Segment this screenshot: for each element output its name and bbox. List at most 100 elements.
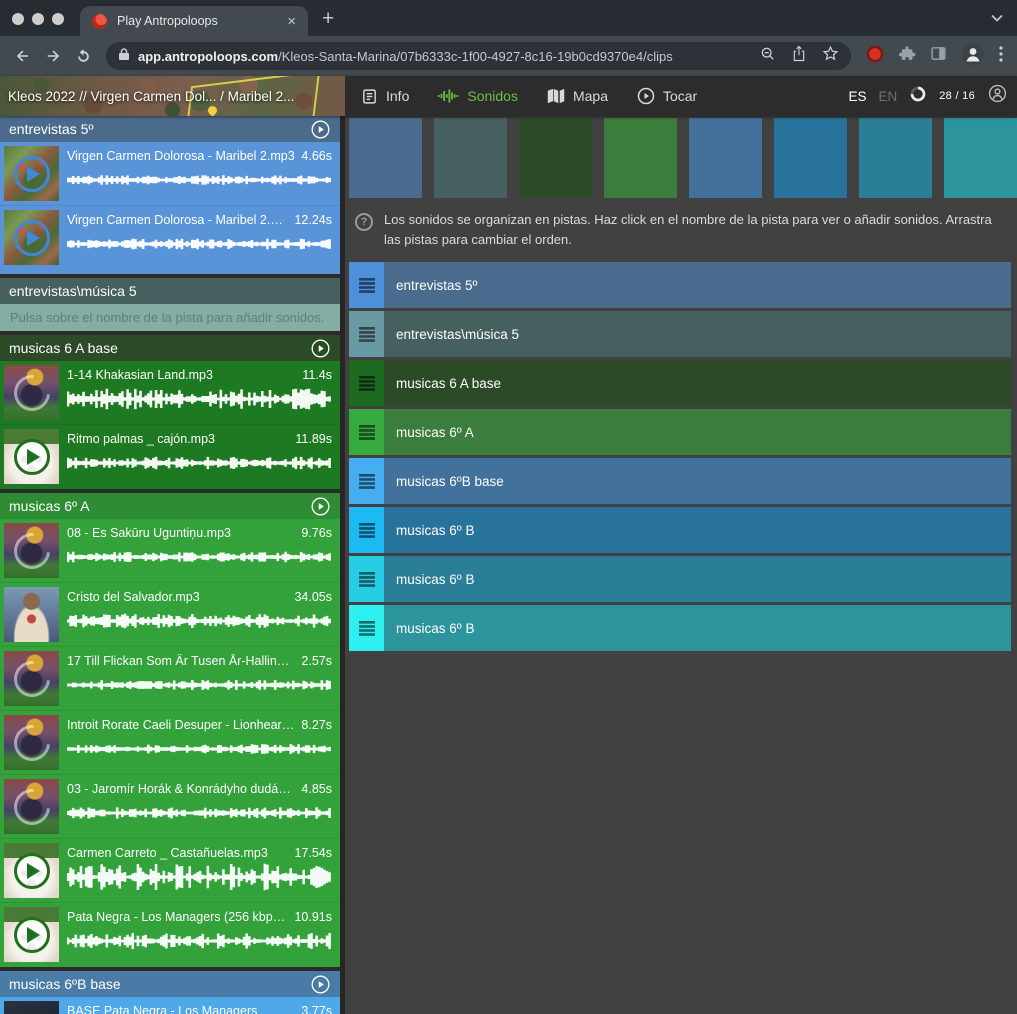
audio-clip[interactable]: Cristo del Salvador.mp334.05s bbox=[0, 583, 340, 647]
window-maximize-button[interactable] bbox=[52, 13, 64, 25]
back-button[interactable] bbox=[8, 41, 38, 71]
tab-title: Play Antropoloops bbox=[117, 14, 283, 28]
clip-play-overlay[interactable] bbox=[4, 715, 59, 770]
clip-play-overlay[interactable] bbox=[4, 907, 59, 962]
nav-tab-sonidos[interactable]: Sonidos bbox=[438, 88, 518, 104]
audio-clip[interactable]: 1-14 Khakasian Land.mp311.4s bbox=[0, 361, 340, 425]
track-color-swatch[interactable] bbox=[859, 118, 932, 198]
track-drag-handle[interactable] bbox=[349, 409, 384, 455]
audio-clip[interactable]: Carmen Carreto _ Castañuelas.mp317.54s bbox=[0, 839, 340, 903]
audio-clip[interactable]: 03 - Jaromír Horák & Konrádyho dudácká .… bbox=[0, 775, 340, 839]
track-section-header[interactable]: entrevistas 5º bbox=[0, 116, 340, 142]
url-text[interactable]: app.antropoloops.com/Kleos-Santa-Marina/… bbox=[138, 49, 748, 64]
nav-tab-info[interactable]: Info bbox=[361, 88, 409, 105]
audio-clip[interactable]: Ritmo palmas _ cajón.mp311.89s bbox=[0, 425, 340, 489]
track-row[interactable]: musicas 6º A bbox=[349, 409, 1011, 455]
window-controls[interactable] bbox=[0, 13, 80, 36]
clip-thumbnail bbox=[4, 651, 59, 706]
nav-tab-mapa[interactable]: Mapa bbox=[547, 88, 608, 104]
map-breadcrumb[interactable]: Kleos 2022 // Virgen Carmen Dol... / Mar… bbox=[0, 76, 345, 116]
track-row[interactable]: musicas 6º B bbox=[349, 605, 1011, 651]
section-play-button[interactable] bbox=[310, 119, 331, 140]
track-drag-handle[interactable] bbox=[349, 262, 384, 308]
audio-clip[interactable]: Virgen Carmen Dolorosa - Maribel 2.mp312… bbox=[0, 206, 340, 270]
clip-play-overlay[interactable] bbox=[4, 210, 59, 265]
track-section-header[interactable]: entrevistas\música 5 bbox=[0, 278, 340, 304]
side-panel-icon[interactable] bbox=[930, 45, 947, 67]
browser-menu-kebab-icon[interactable] bbox=[999, 46, 1003, 67]
forward-button[interactable] bbox=[38, 41, 68, 71]
account-icon[interactable] bbox=[988, 84, 1007, 108]
track-color-swatch[interactable] bbox=[434, 118, 507, 198]
track-color-swatch[interactable] bbox=[349, 118, 422, 198]
share-icon[interactable] bbox=[792, 45, 806, 67]
tab-close-icon[interactable]: × bbox=[283, 13, 300, 30]
clip-thumbnail bbox=[4, 779, 59, 834]
track-drag-handle[interactable] bbox=[349, 360, 384, 406]
tab-search-chevron-icon[interactable] bbox=[991, 14, 1003, 22]
section-play-button[interactable] bbox=[310, 338, 331, 359]
record-extension-icon[interactable] bbox=[865, 44, 885, 69]
track-section-header[interactable]: musicas 6ºB base bbox=[0, 971, 340, 997]
browser-tab[interactable]: Play Antropoloops × bbox=[80, 6, 308, 36]
section-play-button[interactable] bbox=[310, 496, 331, 517]
track-row[interactable]: musicas 6º B bbox=[349, 507, 1011, 553]
section-title: entrevistas\música 5 bbox=[9, 283, 137, 299]
extensions-puzzle-icon[interactable] bbox=[899, 45, 916, 67]
app-nav-tabs: Info Sonidos Mapa Tocar bbox=[361, 87, 697, 105]
clip-play-overlay[interactable] bbox=[4, 843, 59, 898]
track-drag-handle[interactable] bbox=[349, 605, 384, 651]
track-section-header[interactable]: musicas 6 A base bbox=[0, 335, 340, 361]
track-color-swatch[interactable] bbox=[944, 118, 1017, 198]
nav-tab-tocar[interactable]: Tocar bbox=[637, 87, 697, 105]
clip-info: BASE Pata Negra - Los Managers3.77s bbox=[67, 1001, 332, 1014]
track-row[interactable]: entrevistas 5º bbox=[349, 262, 1011, 308]
clip-play-overlay[interactable] bbox=[4, 429, 59, 484]
section-play-button[interactable] bbox=[310, 974, 331, 995]
window-minimize-button[interactable] bbox=[32, 13, 44, 25]
bookmark-star-icon[interactable] bbox=[822, 45, 839, 67]
clip-play-overlay[interactable] bbox=[4, 365, 59, 420]
clip-waveform bbox=[67, 799, 332, 827]
audio-clip[interactable]: Introit Rorate Caeli Desuper - Lionheart… bbox=[0, 711, 340, 775]
track-row[interactable]: musicas 6ºB base bbox=[349, 458, 1011, 504]
audio-clip[interactable]: 17 Till Flickan Som Är Tusen År-Halling … bbox=[0, 647, 340, 711]
window-close-button[interactable] bbox=[12, 13, 24, 25]
track-drag-handle[interactable] bbox=[349, 458, 384, 504]
profile-avatar[interactable] bbox=[961, 42, 985, 71]
language-toggle-es[interactable]: ES bbox=[848, 89, 866, 104]
loading-arc-icon bbox=[6, 525, 57, 576]
track-section: musicas 6 A base1-14 Khakasian Land.mp31… bbox=[0, 335, 340, 489]
clip-play-overlay[interactable] bbox=[4, 651, 59, 706]
track-color-swatch[interactable] bbox=[774, 118, 847, 198]
section-clips: 1-14 Khakasian Land.mp311.4sRitmo palmas… bbox=[0, 361, 340, 489]
audio-clip[interactable]: BASE Pata Negra - Los Managers3.77s bbox=[0, 997, 340, 1014]
track-color-swatch[interactable] bbox=[689, 118, 762, 198]
audio-clip[interactable]: 08 - Es Sakūru Uguntiņu.mp39.76s bbox=[0, 519, 340, 583]
clip-duration: 4.85s bbox=[301, 782, 332, 796]
track-section: musicas 6ºB base BASE Pata Negra - Los Ma… bbox=[0, 971, 340, 1014]
url-bar[interactable]: app.antropoloops.com/Kleos-Santa-Marina/… bbox=[106, 42, 851, 70]
track-drag-handle[interactable] bbox=[349, 311, 384, 357]
reload-button[interactable] bbox=[68, 41, 98, 71]
track-section-header[interactable]: musicas 6º A bbox=[0, 493, 340, 519]
track-drag-handle[interactable] bbox=[349, 507, 384, 553]
audio-clip[interactable]: Virgen Carmen Dolorosa - Maribel 2.mp34.… bbox=[0, 142, 340, 206]
audio-clip[interactable]: Pata Negra - Los Managers (256 kbps).mp3… bbox=[0, 903, 340, 967]
new-tab-button[interactable]: + bbox=[322, 8, 334, 29]
track-row[interactable]: musicas 6º B bbox=[349, 556, 1011, 602]
clip-thumbnail bbox=[4, 146, 59, 201]
clip-play-overlay[interactable] bbox=[4, 779, 59, 834]
zoom-out-icon[interactable] bbox=[760, 46, 776, 67]
track-color-swatch[interactable] bbox=[604, 118, 677, 198]
clip-info: Pata Negra - Los Managers (256 kbps).mp3… bbox=[67, 907, 332, 963]
clip-play-overlay[interactable] bbox=[4, 146, 59, 201]
track-drag-handle[interactable] bbox=[349, 556, 384, 602]
track-row[interactable]: musicas 6 A base bbox=[349, 360, 1011, 406]
clip-title-row: Virgen Carmen Dolorosa - Maribel 2.mp34.… bbox=[67, 149, 332, 163]
language-toggle-en[interactable]: EN bbox=[878, 89, 897, 104]
track-row[interactable]: entrevistas\música 5 bbox=[349, 311, 1011, 357]
empty-track-hint: Pulsa sobre el nombre de la pista para a… bbox=[0, 304, 340, 331]
clip-play-overlay[interactable] bbox=[4, 523, 59, 578]
track-color-swatch[interactable] bbox=[519, 118, 592, 198]
